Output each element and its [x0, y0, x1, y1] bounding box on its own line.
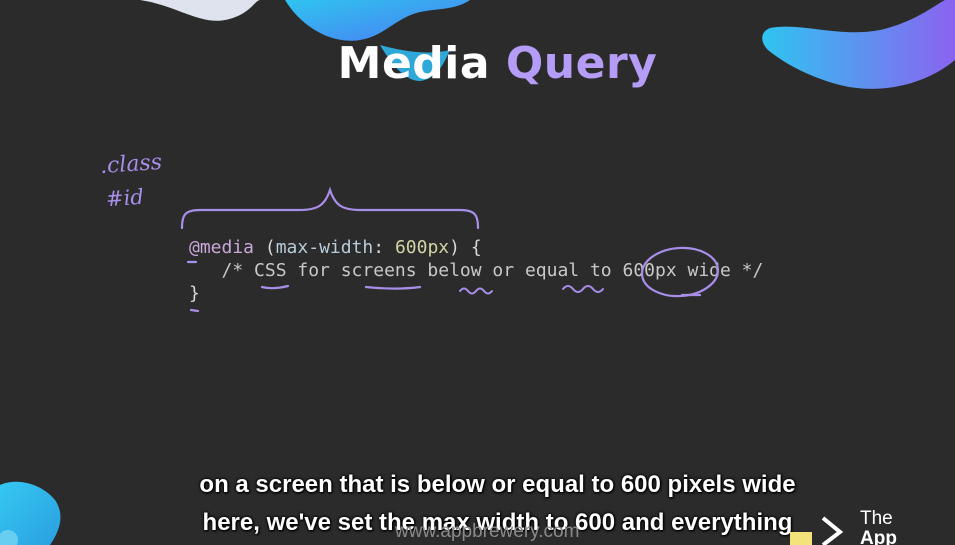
brand-line-2: App Brewe: [860, 528, 897, 545]
underline-css: [260, 284, 290, 290]
underline-brace-close: [189, 308, 200, 313]
curly-brace-annotation: [180, 186, 480, 230]
subtitle-line-1: on a screen that is below or equal to 60…: [199, 471, 796, 498]
brand-logo-text: The App Brewe: [860, 509, 955, 545]
squiggle-equal: [562, 285, 604, 293]
app-brewery-logo-icon: [790, 516, 844, 545]
website-watermark: www.appbrewery.com: [395, 521, 580, 542]
circle-600px-annotation: [640, 246, 720, 298]
hand-drawn-annotations: [180, 186, 720, 313]
underline-screens: [364, 285, 422, 290]
video-frame: Media Query .class #id @media (max-width…: [0, 0, 955, 545]
brand-line-1: The: [860, 508, 893, 529]
squiggle-below: [459, 287, 493, 295]
